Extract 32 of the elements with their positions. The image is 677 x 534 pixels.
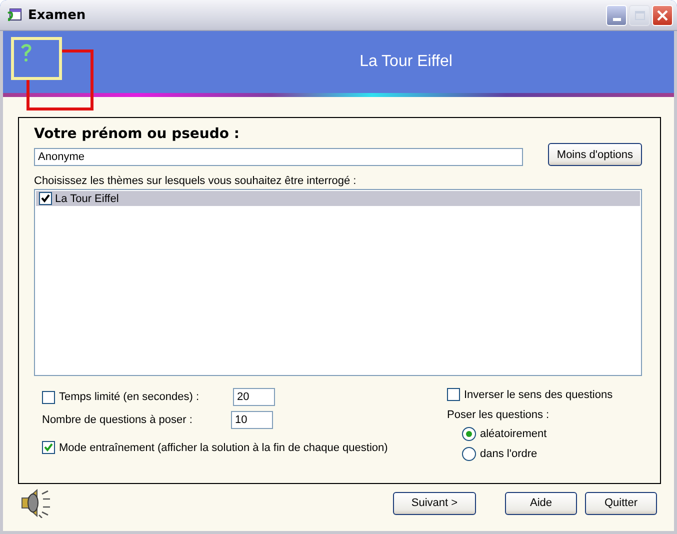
radio-button[interactable]	[462, 427, 476, 441]
minimize-icon	[612, 18, 620, 20]
close-icon	[657, 10, 668, 20]
footer-button[interactable]: Aide	[505, 492, 577, 514]
close-button[interactable]	[652, 4, 673, 26]
banner-title: La Tour Eiffel	[360, 53, 452, 71]
name-label: Votre prénom ou pseudo :	[34, 126, 241, 142]
footer-button[interactable]: Quitter	[585, 492, 657, 514]
time-limit-label: Temps limité (en secondes) :	[59, 391, 200, 403]
order-option-label: aléatoirement	[480, 428, 547, 440]
themes-label: Choisissez les thèmes sur lesquels vous souhaitez être interrogé :	[34, 175, 358, 187]
question-count-field[interactable]: 10	[231, 411, 273, 429]
app-icon	[6, 7, 22, 23]
maximize-icon	[634, 10, 644, 20]
theme-label: La Tour Eiffel	[55, 192, 119, 204]
checkbox[interactable]	[39, 192, 52, 205]
checkbox[interactable]	[447, 388, 460, 401]
window-title: Examen	[28, 8, 87, 22]
radio-button[interactable]	[462, 447, 476, 461]
name-field[interactable]: Anonyme	[34, 148, 523, 166]
order-label: Poser les questions :	[447, 409, 550, 421]
options-button[interactable]: Moins d'options	[548, 143, 642, 166]
training-mode-label: Mode entraînement (afficher la solution à la fin de chaque question)	[59, 442, 388, 454]
order-option-label: dans l'ordre	[480, 448, 538, 460]
reverse-label: Inverser le sens des questions	[464, 388, 613, 400]
time-limit-field[interactable]: 20	[233, 388, 275, 406]
question-count-label: Nombre de questions à poser :	[42, 414, 194, 426]
minimize-button[interactable]	[606, 4, 627, 26]
checkbox[interactable]	[42, 390, 55, 404]
theme-item[interactable]: La Tour Eiffel	[36, 191, 640, 206]
footer-button[interactable]: Suivant >	[393, 492, 476, 514]
checkbox[interactable]	[42, 441, 55, 454]
